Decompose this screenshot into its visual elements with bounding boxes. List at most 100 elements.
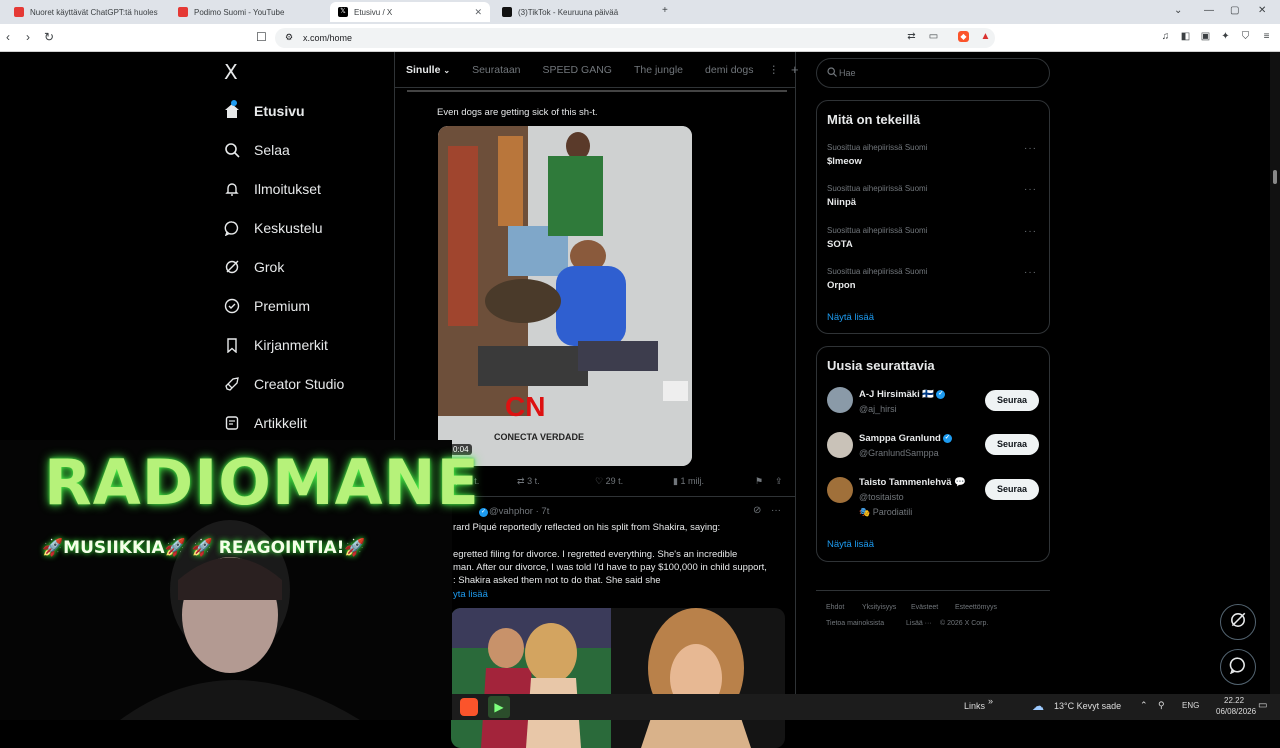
sidebar-item-premium[interactable]: Premium (224, 295, 310, 317)
sidebar-item-home[interactable]: Etusivu (224, 100, 305, 122)
avatar[interactable] (827, 432, 853, 458)
footer-link-cookies[interactable]: Evästeet (911, 604, 938, 611)
user-name[interactable]: Taisto Tammenlehvä 💬 (859, 477, 966, 488)
weather-text[interactable]: 13°C Kevyt sade (1054, 701, 1121, 711)
footer-link-accessibility[interactable]: Esteettömyys (955, 604, 997, 611)
trend-more-icon[interactable]: ··· (1024, 267, 1037, 278)
avatar[interactable] (827, 477, 853, 503)
app-taskbar-icon[interactable]: ▶ (488, 696, 510, 718)
tweet-handle[interactable]: @vahphor · 7t (489, 506, 549, 517)
user-name[interactable]: A-J Hirsimäki 🇫🇮 ✓ (859, 389, 946, 400)
bookmark-page-icon[interactable]: ☐ (256, 30, 267, 44)
browser-tab[interactable]: (3)TikTok - Keuruuna päivää (494, 2, 654, 22)
links-expand-icon[interactable]: » (988, 696, 993, 706)
trend-more-icon[interactable]: ··· (1024, 226, 1037, 237)
tweet-images[interactable] (451, 608, 785, 748)
language-indicator[interactable]: ENG (1182, 701, 1199, 710)
sidebar-item-grok[interactable]: Grok (224, 256, 284, 278)
close-tab-icon[interactable]: ✕ (474, 7, 482, 18)
follow-button[interactable]: Seuraa (985, 434, 1039, 455)
sidebar-item-notifications[interactable]: Ilmoitukset (224, 178, 321, 200)
user-name[interactable]: Samppa Granlund ✓ (859, 433, 952, 444)
trend-more-icon[interactable]: ··· (1024, 143, 1037, 154)
browser-tab-active[interactable]: 𝕏 Etusivu / X ✕ (330, 2, 490, 22)
grok-float-button[interactable] (1220, 604, 1256, 640)
repost-button[interactable]: ⇄ 3 t. (517, 476, 540, 487)
show-more-follow-link[interactable]: Näytä lisää (827, 539, 874, 550)
trend-name[interactable]: SOTA (827, 239, 853, 250)
notification-center-icon[interactable]: ▭ (1258, 700, 1267, 711)
forward-icon[interactable]: › (26, 30, 30, 44)
bookmark-tweet-icon[interactable]: ⚑ (755, 476, 763, 487)
tweet-text: Even dogs are getting sick of this sh-t. (437, 107, 598, 118)
messages-float-button[interactable] (1220, 649, 1256, 685)
tray-chevron-icon[interactable]: ⌃ (1140, 700, 1148, 711)
more-options-icon[interactable]: ··· (771, 505, 781, 516)
follow-button[interactable]: Seuraa (985, 390, 1039, 411)
tab-the-jungle[interactable]: The jungle (623, 64, 694, 76)
scrollbar-thumb[interactable] (1273, 170, 1277, 184)
leo-ai-icon[interactable]: ✦ (1220, 31, 1231, 42)
follow-button[interactable]: Seuraa (985, 479, 1039, 500)
footer-link-ads[interactable]: Tietoa mainoksista (826, 620, 884, 627)
trend-name[interactable]: Niinpä (827, 197, 856, 208)
chat-icon (224, 220, 240, 236)
trend-context: Suosittua aihepiirissä Suomi (827, 226, 928, 235)
trend-name[interactable]: $lmeow (827, 156, 862, 167)
minimize-icon[interactable]: — (1204, 5, 1214, 16)
cast-icon[interactable]: ▭ (928, 31, 939, 42)
tab-for-you[interactable]: Sinulle ⌄ (395, 64, 461, 76)
trend-name[interactable]: Orpon (827, 280, 856, 291)
x-logo[interactable]: X (224, 60, 238, 84)
site-info-icon[interactable]: ⚙ (285, 32, 293, 43)
user-name-text: A-J Hirsimäki 🇫🇮 (859, 389, 935, 400)
tab-following[interactable]: Seurataan (461, 64, 531, 76)
share-icon[interactable]: ⇪ (775, 476, 783, 487)
links-toolbar[interactable]: Links (964, 701, 985, 711)
avatar[interactable] (827, 387, 853, 413)
brave-taskbar-icon[interactable] (460, 698, 478, 716)
tab-search-chevron-icon[interactable]: ⌄ (1174, 5, 1182, 16)
maximize-icon[interactable]: ▢ (1230, 5, 1239, 16)
like-button[interactable]: ♡ 29 t. (595, 476, 623, 487)
grok-tweet-icon[interactable]: ⊘ (753, 505, 761, 516)
window-close-icon[interactable]: ✕ (1258, 5, 1266, 16)
translate-icon[interactable]: ⇄ (906, 31, 917, 42)
clock-date[interactable]: 06/08/2026 (1216, 707, 1256, 716)
back-icon[interactable]: ‹ (6, 30, 10, 44)
sidebar-item-messages[interactable]: Keskustelu (224, 217, 322, 239)
footer-more[interactable]: Lisää ··· (906, 620, 932, 627)
scrollbar[interactable] (1270, 52, 1280, 694)
cutoff-text (407, 90, 787, 92)
sidebar-item-creator-studio[interactable]: Creator Studio (224, 373, 344, 395)
vpn-icon[interactable]: ⛉ (1240, 31, 1251, 42)
browser-tab[interactable]: Nuoret käyttävät ChatGPT:tä huolest (6, 2, 166, 22)
show-more-trends-link[interactable]: Näytä lisää (827, 312, 874, 323)
tab-demi-dogs[interactable]: demi dogs (694, 64, 764, 76)
browser-tab[interactable]: Podimo Suomi - YouTube (170, 2, 325, 22)
brave-rewards-icon[interactable]: ▲ (980, 31, 991, 42)
add-tab-button[interactable]: + (783, 62, 807, 77)
network-icon[interactable]: ⚲ (1158, 700, 1165, 711)
footer-link-terms[interactable]: Ehdot (826, 604, 844, 611)
tabs-scroll-right-icon[interactable]: ⋮ (764, 64, 783, 76)
url-input[interactable]: ⚙ x.com/home (275, 28, 995, 48)
trend-more-icon[interactable]: ··· (1024, 184, 1037, 195)
tab-speed-gang[interactable]: SPEED GANG (532, 64, 623, 76)
sidebar-toggle-icon[interactable]: ◧ (1180, 31, 1191, 42)
clock-time[interactable]: 22.22 (1224, 696, 1244, 705)
reload-icon[interactable]: ↻ (44, 30, 54, 44)
brave-shield-icon[interactable]: ◆ (958, 31, 969, 42)
show-more-link[interactable]: yta lisää (453, 588, 488, 601)
sidebar-item-articles[interactable]: Artikkelit (224, 412, 307, 434)
views-button[interactable]: ▮ 1 milj. (673, 476, 704, 487)
tweet-video[interactable]: CN CONECTA VERDADE 0:04 (438, 126, 692, 466)
menu-icon[interactable]: ≡ (1261, 31, 1272, 42)
sidebar-item-explore[interactable]: Selaa (224, 139, 290, 161)
sidebar-item-bookmarks[interactable]: Kirjanmerkit (224, 334, 328, 356)
media-icon[interactable]: ♫ (1160, 31, 1171, 42)
new-tab-button[interactable]: + (662, 5, 668, 16)
search-input[interactable]: Hae (816, 58, 1050, 88)
footer-link-privacy[interactable]: Yksityisyys (862, 604, 896, 611)
wallet-icon[interactable]: ▣ (1200, 31, 1211, 42)
